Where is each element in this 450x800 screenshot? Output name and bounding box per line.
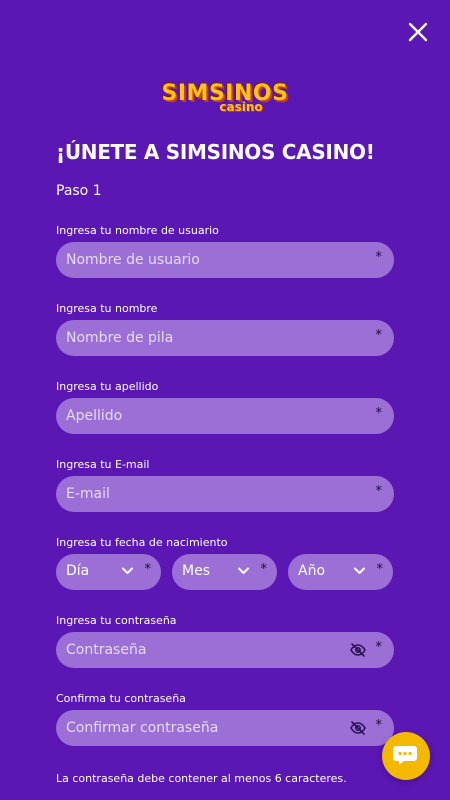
required-marker: *: [144, 562, 152, 577]
confirm-password-field-group: Confirma tu contraseña *: [56, 692, 394, 746]
last-name-input-wrapper: *: [56, 398, 394, 434]
password-input[interactable]: [56, 632, 394, 668]
username-label: Ingresa tu nombre de usuario: [56, 224, 219, 237]
required-marker: *: [375, 484, 383, 499]
chat-bubble-icon: [393, 746, 417, 765]
username-input-wrapper: *: [56, 242, 394, 278]
last-name-input[interactable]: [56, 398, 394, 434]
confirm-password-input[interactable]: [56, 710, 394, 746]
month-select-value: Mes: [182, 563, 210, 579]
year-select-value: Año: [298, 563, 326, 579]
chevron-down-icon: [122, 567, 133, 575]
required-marker: *: [375, 640, 383, 655]
chevron-down-icon: [238, 567, 249, 575]
required-marker: *: [375, 328, 383, 343]
password-label: Ingresa tu contraseña: [56, 614, 177, 627]
password-hint: La contraseña debe contener al menos 6 c…: [56, 772, 347, 785]
required-marker: *: [375, 406, 383, 421]
logo: SIMSINOS casino: [0, 82, 450, 118]
email-field-group: Ingresa tu E-mail *: [56, 458, 394, 512]
day-select[interactable]: Día *: [56, 554, 161, 590]
required-marker: *: [376, 562, 384, 577]
eye-off-icon[interactable]: [350, 720, 366, 736]
required-marker: *: [375, 250, 383, 265]
page-title: ¡ÚNETE A SIMSINOS CASINO!: [56, 140, 375, 164]
password-input-wrapper: *: [56, 632, 394, 668]
email-input-wrapper: *: [56, 476, 394, 512]
day-select-value: Día: [66, 563, 90, 579]
first-name-input[interactable]: [56, 320, 394, 356]
confirm-password-label: Confirma tu contraseña: [56, 692, 186, 705]
close-icon: [408, 22, 428, 42]
first-name-field-group: Ingresa tu nombre *: [56, 302, 394, 356]
required-marker: *: [375, 718, 383, 733]
first-name-input-wrapper: *: [56, 320, 394, 356]
close-button[interactable]: [408, 22, 428, 42]
email-label: Ingresa tu E-mail: [56, 458, 150, 471]
birthdate-field-group: Ingresa tu fecha de nacimiento Día * Mes…: [56, 536, 394, 590]
email-input[interactable]: [56, 476, 394, 512]
chevron-down-icon: [354, 567, 365, 575]
password-field-group: Ingresa tu contraseña *: [56, 614, 394, 668]
last-name-label: Ingresa tu apellido: [56, 380, 159, 393]
birthdate-label: Ingresa tu fecha de nacimiento: [56, 536, 228, 549]
chat-button[interactable]: [382, 732, 430, 780]
step-indicator: Paso 1: [56, 183, 102, 199]
birthdate-selects: Día * Mes * Año *: [56, 554, 394, 590]
month-select[interactable]: Mes *: [172, 554, 277, 590]
last-name-field-group: Ingresa tu apellido *: [56, 380, 394, 434]
username-input[interactable]: [56, 242, 394, 278]
confirm-password-input-wrapper: *: [56, 710, 394, 746]
eye-off-icon[interactable]: [350, 642, 366, 658]
first-name-label: Ingresa tu nombre: [56, 302, 158, 315]
year-select[interactable]: Año *: [288, 554, 393, 590]
logo-subtitle: casino: [219, 100, 263, 114]
required-marker: *: [260, 562, 268, 577]
username-field-group: Ingresa tu nombre de usuario *: [56, 224, 394, 278]
